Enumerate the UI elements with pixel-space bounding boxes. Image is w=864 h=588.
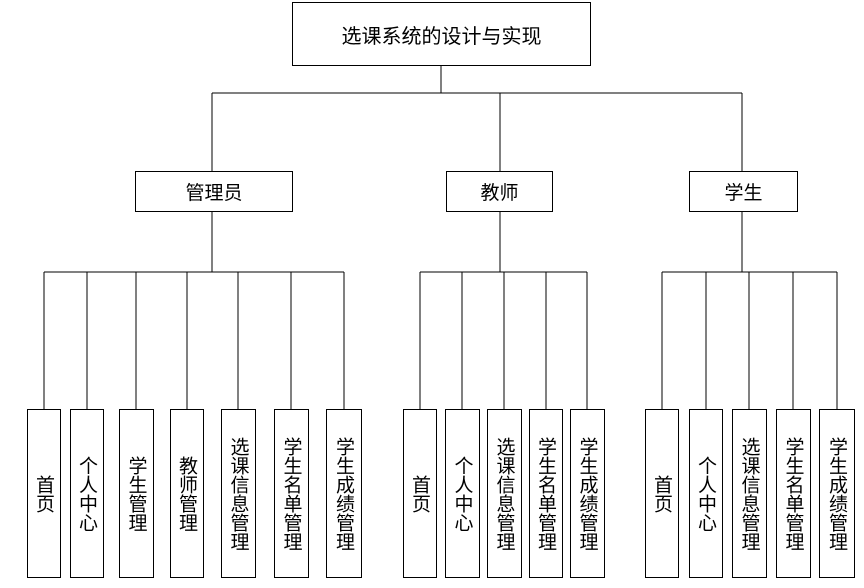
module-label: 学生名单管理 xyxy=(280,436,303,551)
module-node: 选课信息管理 xyxy=(487,409,522,578)
module-label: 个人中心 xyxy=(451,455,474,532)
module-node: 选课信息管理 xyxy=(221,409,256,578)
role-node-teacher: 教师 xyxy=(446,171,553,212)
module-label: 选课信息管理 xyxy=(227,436,250,551)
module-label: 教师管理 xyxy=(176,455,198,532)
role-label: 学生 xyxy=(724,182,763,204)
module-node: 学生名单管理 xyxy=(776,409,811,578)
module-node: 学生名单管理 xyxy=(529,409,563,578)
module-node: 个人中心 xyxy=(689,409,723,578)
module-label: 学生成绩管理 xyxy=(333,436,355,551)
module-node: 首页 xyxy=(645,409,679,578)
role-node-student: 学生 xyxy=(689,171,798,212)
module-label: 学生名单管理 xyxy=(535,436,557,551)
module-node: 学生成绩管理 xyxy=(326,409,362,578)
module-label: 选课信息管理 xyxy=(738,436,761,551)
role-label: 管理员 xyxy=(185,182,243,204)
root-node: 选课系统的设计与实现 xyxy=(292,2,591,66)
module-label: 选课信息管理 xyxy=(493,436,516,551)
role-node-admin: 管理员 xyxy=(135,171,293,212)
module-node: 首页 xyxy=(27,409,61,578)
module-label: 学生管理 xyxy=(125,455,148,532)
module-label: 学生成绩管理 xyxy=(576,436,599,551)
module-node: 学生成绩管理 xyxy=(819,409,855,578)
module-node: 学生成绩管理 xyxy=(570,409,605,578)
module-label: 首页 xyxy=(33,474,55,513)
module-node: 个人中心 xyxy=(445,409,480,578)
module-label: 学生成绩管理 xyxy=(826,436,848,551)
module-node: 教师管理 xyxy=(170,409,204,578)
module-label: 个人中心 xyxy=(76,455,98,532)
module-label: 个人中心 xyxy=(695,455,717,532)
module-label: 首页 xyxy=(651,474,673,513)
module-node: 选课信息管理 xyxy=(732,409,767,578)
module-label: 首页 xyxy=(409,474,431,513)
module-label: 学生名单管理 xyxy=(782,436,805,551)
module-structure-diagram: 选课系统的设计与实现 管理员 教师 学生 首页 个人中心 学生管理 教师管理 选… xyxy=(0,0,864,588)
module-node: 学生名单管理 xyxy=(274,409,309,578)
module-node: 个人中心 xyxy=(70,409,104,578)
module-node: 首页 xyxy=(403,409,437,578)
root-label: 选课系统的设计与实现 xyxy=(341,23,542,48)
module-node: 学生管理 xyxy=(119,409,154,578)
role-label: 教师 xyxy=(480,182,519,204)
